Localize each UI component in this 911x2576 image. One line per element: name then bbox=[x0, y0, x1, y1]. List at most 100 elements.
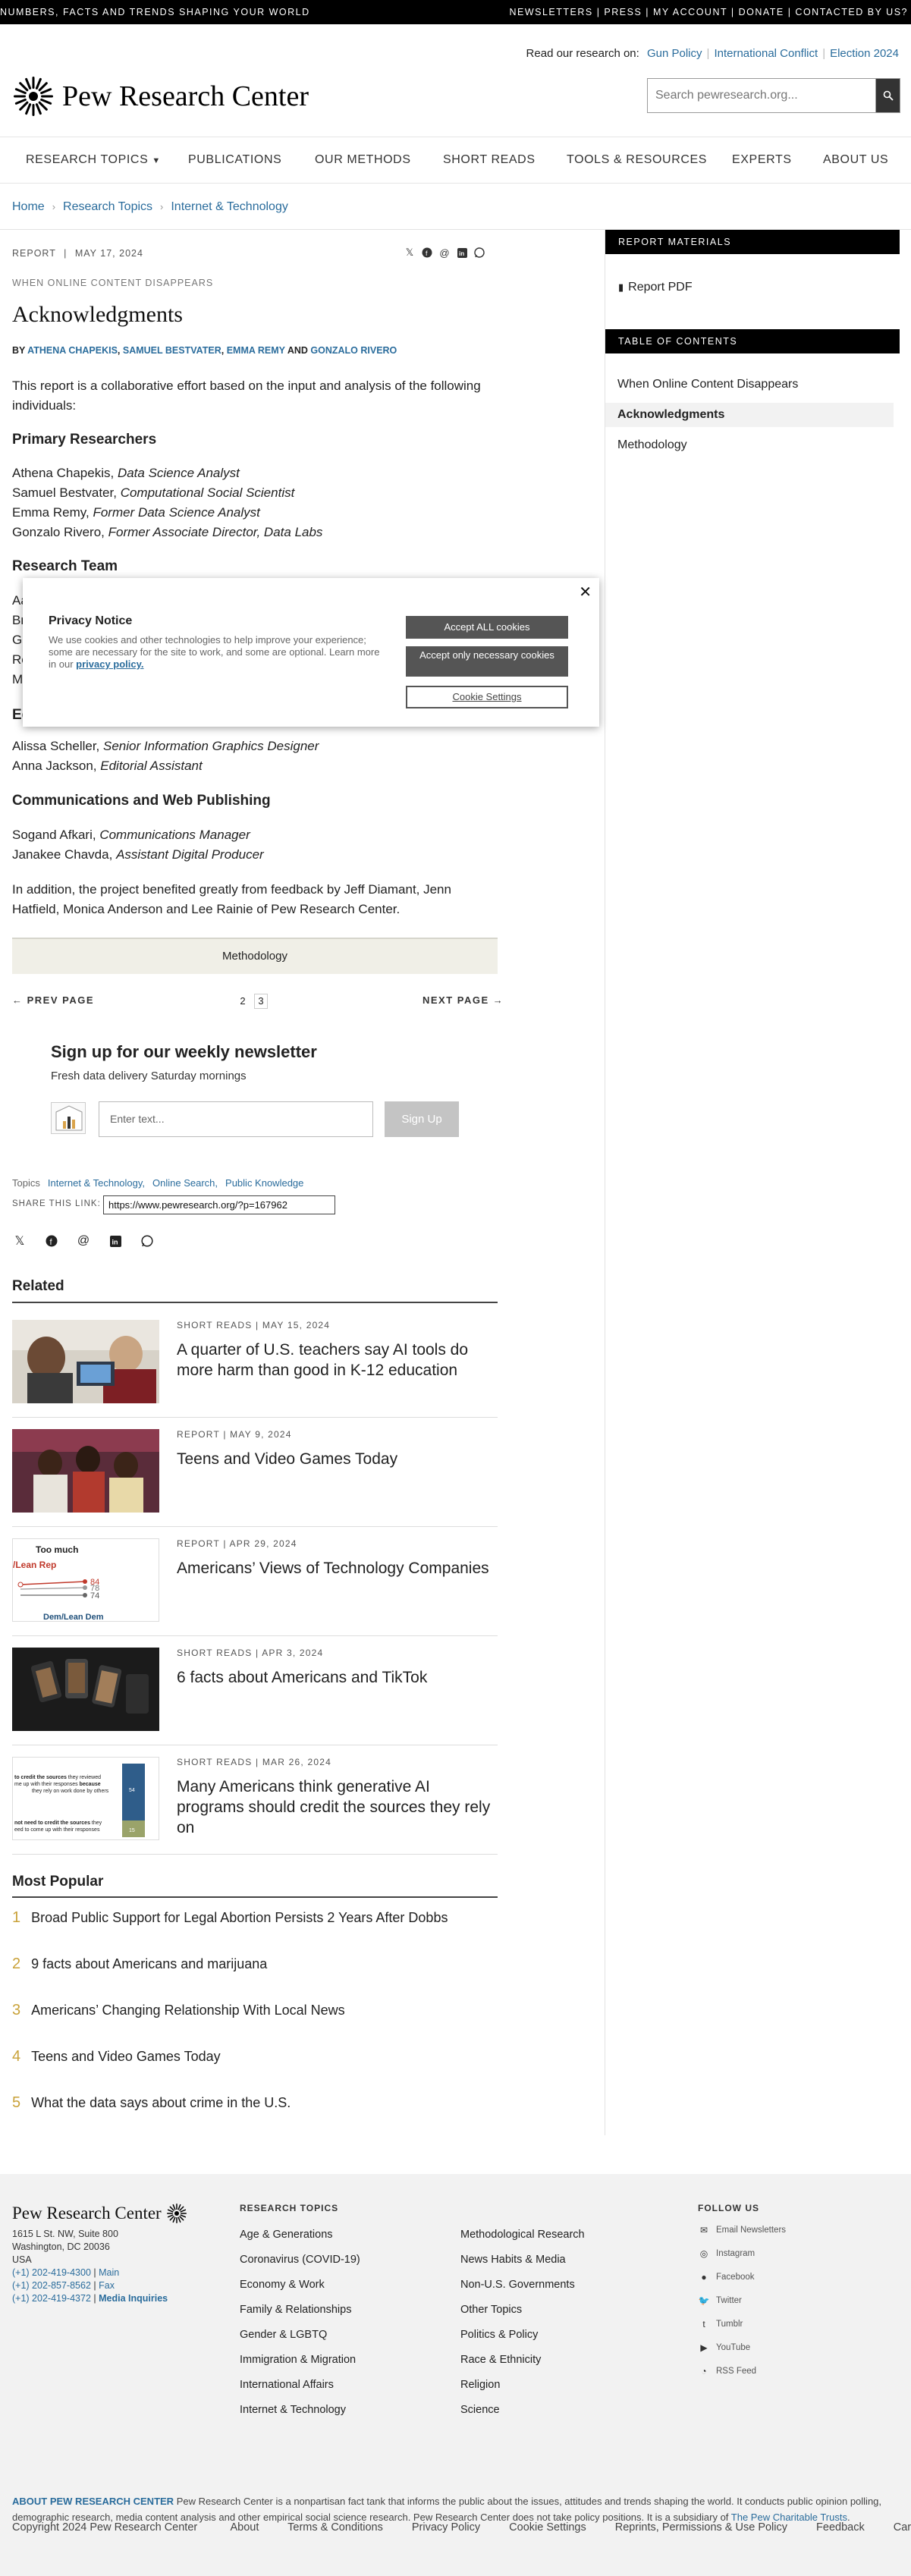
related-item[interactable]: Too much /Lean Rep 84 78 74 Dem/Lean Dem… bbox=[12, 1538, 498, 1637]
nav-tools-resources[interactable]: TOOLS & RESOURCES bbox=[567, 153, 707, 167]
toc-item[interactable]: Methodology bbox=[605, 433, 894, 457]
report-pdf-link[interactable]: ▮ Report PDF bbox=[618, 281, 693, 294]
footer-topic-link[interactable]: Immigration & Migration bbox=[240, 2354, 356, 2366]
related-title[interactable]: 6 facts about Americans and TikTok bbox=[177, 1667, 495, 1688]
page-number[interactable]: 3 bbox=[254, 994, 268, 1009]
threads-icon[interactable]: @ bbox=[76, 1233, 91, 1249]
footer-topic-link[interactable]: Other Topics bbox=[460, 2304, 522, 2316]
breadcrumb-internet-technology[interactable]: Internet & Technology bbox=[171, 200, 287, 213]
popular-item[interactable]: 4 Teens and Video Games Today bbox=[12, 2048, 498, 2066]
prev-page-link[interactable]: ← PREV PAGE bbox=[12, 994, 94, 1006]
toc-item[interactable]: When Online Content Disappears bbox=[605, 372, 894, 397]
footer-logo[interactable]: Pew Research Center bbox=[12, 2203, 187, 2224]
page-number[interactable]: 2 bbox=[236, 994, 250, 1010]
facebook-icon[interactable]: f bbox=[44, 1233, 59, 1249]
privacy-policy-link[interactable]: privacy policy. bbox=[76, 658, 143, 670]
popular-item[interactable]: 1 Broad Public Support for Legal Abortion… bbox=[12, 1909, 498, 1927]
social-rss[interactable]: ◔ RSS Feed bbox=[698, 2366, 756, 2377]
footer-topic-link[interactable]: Methodological Research bbox=[460, 2229, 585, 2241]
sign-up-button[interactable]: Sign Up bbox=[385, 1101, 459, 1137]
popular-item[interactable]: 3 Americans’ Changing Relationship With L… bbox=[12, 2002, 498, 2019]
author-link[interactable]: SAMUEL BESTVATER bbox=[123, 345, 221, 356]
share-link-field[interactable]: https://www.pewresearch.org/?p=167962 bbox=[103, 1195, 335, 1214]
popular-item[interactable]: 29 facts about Americans and marijuana bbox=[12, 1956, 498, 1973]
about-label[interactable]: ABOUT PEW RESEARCH CENTER bbox=[12, 2496, 174, 2507]
related-thumbnail[interactable] bbox=[12, 1648, 159, 1731]
social-facebook[interactable]: ● Facebook bbox=[698, 2272, 754, 2282]
threads-icon[interactable]: @ bbox=[438, 246, 451, 259]
related-title[interactable]: Many Americans think generative AI progr… bbox=[177, 1776, 495, 1838]
footer-topic-link[interactable]: Internet & Technology bbox=[240, 2404, 346, 2416]
phone-fax[interactable]: (+1) 202-857-8562 | Fax bbox=[12, 2280, 115, 2291]
footer-topic-link[interactable]: Age & Generations bbox=[240, 2229, 333, 2241]
utility-links[interactable]: NEWSLETTERS | PRESS | MY ACCOUNT | DONAT… bbox=[509, 7, 908, 17]
election-2024-link[interactable]: Election 2024 bbox=[830, 47, 899, 60]
footer-link[interactable]: Careers bbox=[894, 2521, 911, 2534]
footer-topic-link[interactable]: Coronavirus (COVID-19) bbox=[240, 2254, 360, 2266]
footer-link[interactable]: Cookie Settings bbox=[509, 2521, 586, 2534]
breadcrumb-research-topics[interactable]: Research Topics bbox=[63, 200, 152, 213]
site-logo[interactable]: Pew Research Center bbox=[12, 75, 309, 118]
footer-topic-link[interactable]: Family & Relationships bbox=[240, 2304, 351, 2316]
related-thumbnail[interactable] bbox=[12, 1320, 159, 1403]
nav-experts[interactable]: EXPERTS bbox=[732, 153, 792, 167]
author-link[interactable]: GONZALO RIVERO bbox=[310, 345, 397, 356]
footer-link[interactable]: Feedback bbox=[816, 2521, 865, 2534]
related-title[interactable]: A quarter of U.S. teachers say AI tools … bbox=[177, 1340, 495, 1381]
popular-item[interactable]: 5 What the data says about crime in the U… bbox=[12, 2094, 498, 2112]
footer-link[interactable]: About bbox=[230, 2521, 259, 2534]
international-conflict-link[interactable]: International Conflict bbox=[714, 47, 818, 60]
author-link[interactable]: EMMA REMY bbox=[227, 345, 285, 356]
toc-item-active[interactable]: Acknowledgments bbox=[605, 403, 894, 427]
related-title[interactable]: Teens and Video Games Today bbox=[177, 1449, 495, 1469]
nav-research-topics[interactable]: RESEARCH TOPICS ▼ bbox=[26, 153, 161, 167]
phone-main[interactable]: (+1) 202-419-4300 | Main bbox=[12, 2267, 119, 2278]
related-item[interactable]: SHORT READS | MAY 15, 2024 A quarter of … bbox=[12, 1320, 498, 1418]
gun-policy-link[interactable]: Gun Policy bbox=[647, 47, 702, 60]
footer-topic-link[interactable]: Religion bbox=[460, 2379, 500, 2391]
phone-media[interactable]: (+1) 202-419-4372 | Media Inquiries bbox=[12, 2293, 168, 2304]
related-item[interactable]: to credit the sources they reviewed me u… bbox=[12, 1757, 498, 1855]
footer-topic-link[interactable]: Economy & Work bbox=[240, 2279, 325, 2291]
newsletter-email-input[interactable]: Enter text... bbox=[99, 1101, 373, 1137]
footer-topic-link[interactable]: Non-U.S. Governments bbox=[460, 2279, 575, 2291]
footer-topic-link[interactable]: International Affairs bbox=[240, 2379, 334, 2391]
accept-necessary-cookies-button[interactable]: Accept only necessary cookies bbox=[406, 646, 568, 677]
linkedin-icon[interactable]: in bbox=[455, 246, 469, 259]
social-twitter[interactable]: 🐦 Twitter bbox=[698, 2295, 742, 2306]
social-youtube[interactable]: ▶ YouTube bbox=[698, 2342, 750, 2353]
linkedin-icon[interactable]: in bbox=[108, 1233, 123, 1249]
close-icon[interactable]: ✕ bbox=[579, 583, 592, 602]
footer-topic-link[interactable]: Race & Ethnicity bbox=[460, 2354, 541, 2366]
breadcrumb-home[interactable]: Home bbox=[12, 200, 45, 213]
topic-link[interactable]: Public Knowledge bbox=[225, 1177, 303, 1189]
facebook-icon[interactable]: f bbox=[420, 246, 434, 259]
nav-about-us[interactable]: ABOUT US bbox=[823, 153, 888, 167]
footer-topic-link[interactable]: News Habits & Media bbox=[460, 2254, 566, 2266]
footer-topic-link[interactable]: Science bbox=[460, 2404, 500, 2416]
whatsapp-icon[interactable] bbox=[140, 1233, 155, 1249]
related-thumbnail[interactable]: to credit the sources they reviewed me u… bbox=[12, 1757, 159, 1840]
footer-link[interactable]: Reprints, Permissions & Use Policy bbox=[615, 2521, 787, 2534]
search-input[interactable] bbox=[648, 79, 875, 112]
social-tumblr[interactable]: t Tumblr bbox=[698, 2319, 743, 2329]
topic-link[interactable]: Internet & Technology, bbox=[48, 1177, 145, 1189]
whatsapp-icon[interactable] bbox=[473, 246, 486, 259]
x-icon[interactable]: 𝕏 bbox=[12, 1233, 27, 1249]
related-title[interactable]: Americans’ Views of Technology Companies bbox=[177, 1558, 495, 1579]
nav-publications[interactable]: PUBLICATIONS bbox=[188, 153, 281, 167]
next-page-link[interactable]: NEXT PAGE → bbox=[423, 994, 504, 1006]
related-item[interactable]: REPORT | MAY 9, 2024 Teens and Video Gam… bbox=[12, 1429, 498, 1528]
footer-topic-link[interactable]: Politics & Policy bbox=[460, 2329, 538, 2341]
x-icon[interactable]: 𝕏 bbox=[403, 246, 416, 259]
cookie-settings-button[interactable]: Cookie Settings bbox=[406, 686, 568, 708]
topic-link[interactable]: Online Search, bbox=[152, 1177, 218, 1189]
related-thumbnail[interactable]: Too much /Lean Rep 84 78 74 Dem/Lean Dem bbox=[12, 1538, 159, 1622]
social-instagram[interactable]: ◎ Instagram bbox=[698, 2248, 755, 2259]
search-button[interactable] bbox=[875, 79, 900, 112]
next-section-button[interactable]: Methodology bbox=[12, 938, 498, 974]
social-email[interactable]: ✉ Email Newsletters bbox=[698, 2225, 786, 2235]
related-item[interactable]: SHORT READS | APR 3, 2024 6 facts about … bbox=[12, 1648, 498, 1746]
nav-short-reads[interactable]: SHORT READS bbox=[443, 153, 536, 167]
author-link[interactable]: ATHENA CHAPEKIS bbox=[27, 345, 118, 356]
